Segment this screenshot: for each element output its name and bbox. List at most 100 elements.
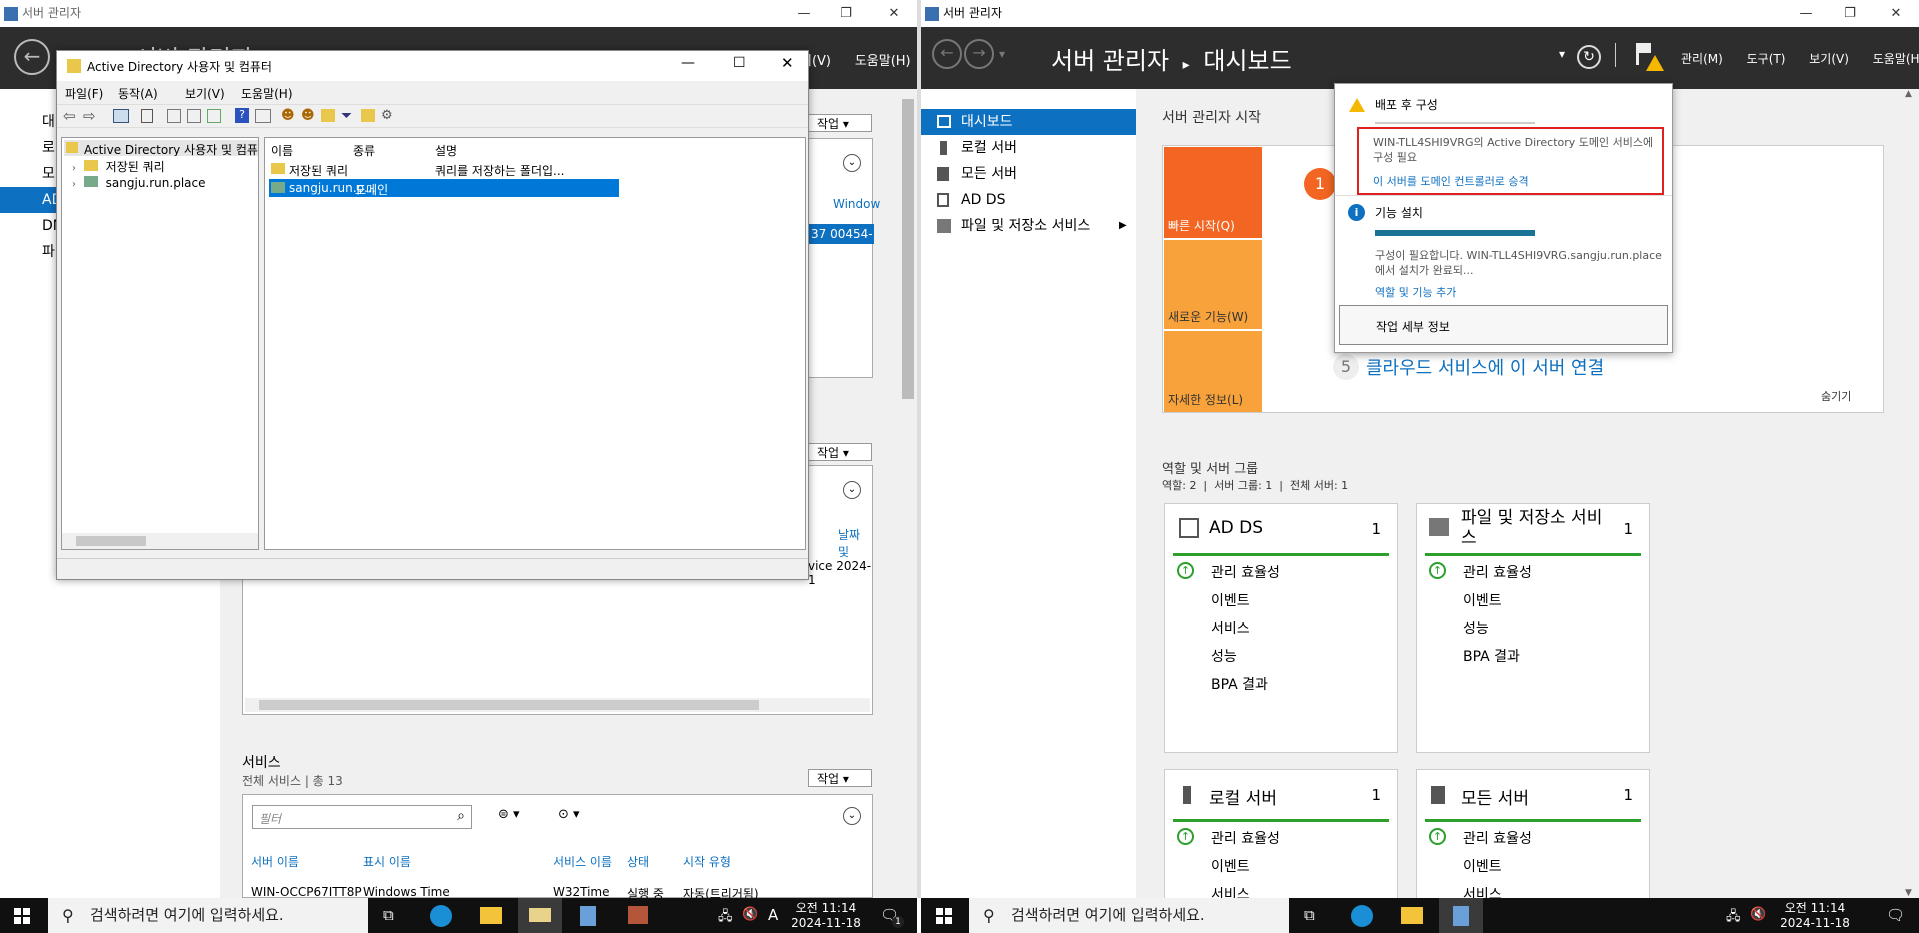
tile-item[interactable]: 관리 효율성 (1211, 562, 1280, 582)
menu-tools[interactable]: 도구(T) (1747, 50, 1786, 67)
back-arrow-icon[interactable]: ⇦ (63, 107, 76, 125)
clock[interactable]: 오전 11:14 2024-11-18 (1776, 901, 1854, 931)
tile-item[interactable]: BPA 결과 (1463, 646, 1520, 666)
col-name[interactable]: 이름 (271, 142, 293, 159)
list-options-button[interactable]: ⊜ ▾ (498, 807, 520, 822)
expand-arrow-icon[interactable]: ▶ (1119, 213, 1127, 239)
tile-item[interactable]: 성능 (1211, 646, 1237, 666)
left-scrollbar[interactable] (900, 89, 917, 898)
filter-input[interactable]: 필터 ⌕ (252, 805, 472, 829)
edge-icon[interactable] (430, 905, 452, 927)
expand-icon[interactable]: ⌄ (843, 807, 861, 825)
edge-icon[interactable] (1351, 905, 1373, 927)
tile-file-storage[interactable]: 파일 및 저장소 서비스 1 ↑ 관리 효율성 이벤트 성능 BPA 결과 (1416, 503, 1650, 753)
network-icon[interactable]: 🖧 (718, 907, 733, 929)
menu-view[interactable]: 보기(V) (1809, 50, 1849, 67)
forward-button[interactable]: → (964, 39, 994, 69)
tile-item[interactable]: BPA 결과 (1211, 674, 1268, 694)
sidebar-item-dashboard[interactable]: 대시보드 (921, 109, 1136, 135)
refresh-icon[interactable] (187, 109, 201, 123)
add-roles-link[interactable]: 역할 및 기능 추가 (1375, 284, 1456, 300)
new-ou-icon[interactable] (321, 109, 335, 122)
windows-start-icon[interactable] (14, 908, 30, 924)
copy-icon[interactable] (141, 109, 153, 123)
minimize-button[interactable]: — (781, 0, 827, 27)
whats-new-tile[interactable]: 새로운 기능(W) (1164, 240, 1262, 329)
back-button[interactable]: ← (14, 39, 50, 75)
ime-indicator[interactable]: A (768, 906, 778, 924)
forward-arrow-icon[interactable]: ⇨ (83, 107, 96, 125)
windows-start-icon[interactable] (936, 908, 952, 924)
delegate-icon[interactable]: ⚙ (381, 108, 393, 123)
sidebar-item-local-server[interactable]: 로컬 서버 (921, 135, 1136, 161)
expand-icon[interactable]: ⌄ (843, 481, 861, 499)
quick-start-tile[interactable]: 빠른 시작(Q) (1164, 147, 1262, 238)
export-icon[interactable] (207, 109, 221, 123)
task-dropdown-2[interactable]: 작업 ▾ (808, 443, 872, 461)
promote-dc-link[interactable]: 이 서버를 도메인 컨트롤러로 승격 (1373, 173, 1529, 189)
col-type[interactable]: 종류 (353, 142, 375, 159)
menu-view[interactable]: 보기(V) (185, 85, 225, 102)
connect-cloud-link[interactable]: 클라우드 서비스에 이 서버 연결 (1366, 354, 1604, 380)
console-tree-icon[interactable] (113, 109, 129, 123)
close-button[interactable]: ✕ (871, 0, 917, 27)
minimize-button[interactable]: — (1783, 0, 1829, 27)
right-scrollbar[interactable]: ▲ ▼ (1902, 89, 1919, 898)
add-to-group-icon[interactable] (361, 109, 375, 122)
restore-button[interactable]: ❐ (1827, 0, 1873, 27)
tree-root[interactable]: Active Directory 사용자 및 컴퓨터 (64, 140, 258, 156)
taskbar-search-input[interactable]: ⚲ 검색하려면 여기에 입력하세요. (48, 898, 368, 933)
app-icon[interactable] (628, 906, 648, 924)
list-item[interactable]: 저장된 쿼리 쿼리를 저장하는 폴더입... (269, 160, 619, 178)
volume-muted-icon[interactable]: 🔇 (742, 907, 758, 922)
properties-icon[interactable] (167, 109, 181, 123)
task-dropdown-3[interactable]: 작업 ▾ (808, 769, 872, 787)
help-icon[interactable]: ? (235, 108, 249, 123)
task-dropdown-1[interactable]: 작업 ▾ (808, 114, 872, 132)
tile-item[interactable]: 성능 (1463, 618, 1489, 638)
task-details-button[interactable]: 작업 세부 정보 (1339, 305, 1668, 345)
col-description[interactable]: 설명 (435, 142, 457, 159)
list-item-selected[interactable]: sangju.run.p... 도메인 (269, 179, 619, 197)
close-button[interactable]: ✕ (1873, 0, 1919, 27)
file-explorer-icon[interactable] (480, 907, 502, 924)
tile-local-server[interactable]: 로컬 서버 1 ↑ 관리 효율성 이벤트 서비스 (1164, 769, 1398, 909)
menu-manage[interactable]: 관리(M) (1681, 50, 1723, 67)
scroll-thumb[interactable] (902, 99, 914, 399)
server-manager-taskbar-icon[interactable] (580, 906, 596, 926)
ad-taskbar-button[interactable] (518, 898, 562, 933)
server-manager-taskbar-button[interactable] (1439, 898, 1483, 933)
col-display[interactable]: 표시 이름 (363, 853, 411, 870)
taskbar-search-input[interactable]: ⚲ 검색하려면 여기에 입력하세요. (969, 898, 1289, 933)
refresh-icon[interactable]: ↻ (1577, 45, 1601, 69)
new-group-icon[interactable]: ☻ (301, 108, 315, 123)
col-status[interactable]: 상태 (627, 853, 649, 870)
tile-item[interactable]: 이벤트 (1463, 856, 1502, 876)
sidebar-item-all-servers[interactable]: 모든 서버 (921, 161, 1136, 187)
menu-help[interactable]: 도움말(H) (241, 85, 293, 102)
network-icon[interactable]: 🖧 (1726, 907, 1741, 929)
sidebar-item-file-storage[interactable]: 파일 및 저장소 서비스 ▶ (921, 213, 1136, 239)
tile-item[interactable]: 이벤트 (1211, 856, 1250, 876)
h-scrollbar[interactable] (245, 698, 870, 712)
notifications-flag-icon[interactable] (1634, 41, 1664, 75)
tile-item[interactable]: 관리 효율성 (1463, 828, 1532, 848)
col-start-type[interactable]: 시작 유형 (683, 853, 731, 870)
tile-item[interactable]: 관리 효율성 (1211, 828, 1280, 848)
notification-center-icon[interactable]: 🗨 (1886, 906, 1905, 924)
tile-all-servers[interactable]: 모든 서버 1 ↑ 관리 효율성 이벤트 서비스 (1416, 769, 1650, 909)
expand-icon[interactable]: ⌄ (843, 154, 861, 172)
file-explorer-icon[interactable] (1401, 907, 1423, 924)
view-icon[interactable] (255, 109, 271, 123)
tree-h-scrollbar[interactable] (62, 533, 258, 549)
clock[interactable]: 오전 11:14 2024-11-18 (790, 901, 862, 931)
maximize-button[interactable]: ☐ (733, 55, 746, 71)
dropdown-arrow[interactable]: ▾ (1559, 47, 1565, 61)
menu-help[interactable]: 도움말(H) (1873, 50, 1919, 67)
filter-icon[interactable]: ⏷ (341, 108, 352, 124)
minimize-button[interactable]: — (681, 55, 695, 71)
col-server[interactable]: 서버 이름 (251, 853, 299, 870)
tile-item[interactable]: 이벤트 (1463, 590, 1502, 610)
tile-adds[interactable]: AD DS 1 ↑ 관리 효율성 이벤트 서비스 성능 BPA 결과 (1164, 503, 1398, 753)
task-view-icon[interactable]: ⧉ (1304, 906, 1315, 924)
